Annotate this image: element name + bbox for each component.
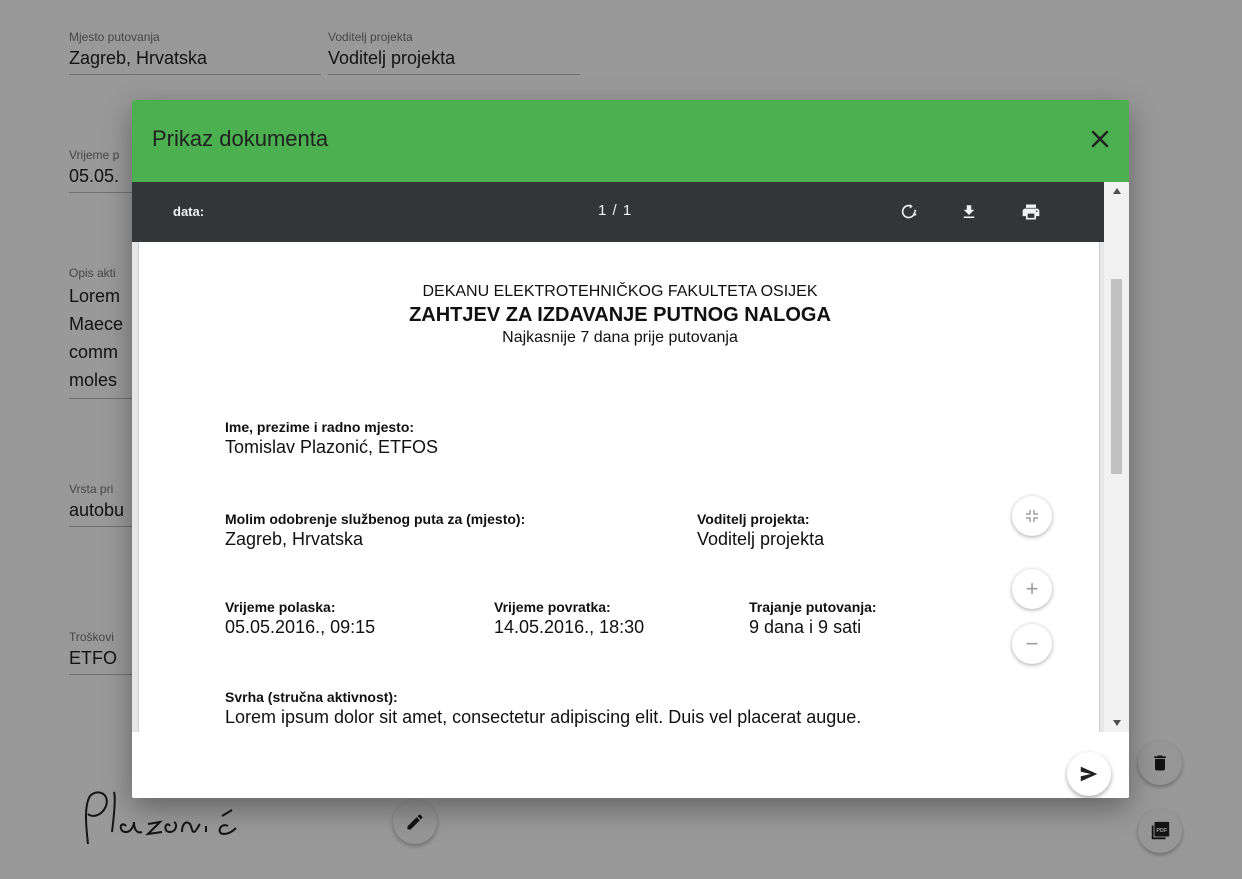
doc-purpose-label: Svrha (stručna aktivnost): [225, 689, 398, 705]
close-button[interactable] [1085, 124, 1115, 154]
zoom-in-button[interactable]: + [1012, 569, 1052, 609]
doc-destination-value: Zagreb, Hrvatska [225, 529, 364, 549]
pdf-viewer[interactable]: data: 1 / 1 DEKANU ELEKTROTEHNIČKOG FAKU… [132, 182, 1129, 732]
doc-name-label: Ime, prezime i radno mjesto: [225, 419, 415, 435]
doc-name-field: Ime, prezime i radno mjesto: Tomislav Pl… [225, 418, 438, 458]
pdf-file-name: data: [173, 204, 205, 219]
doc-return-value: 14.05.2016., 18:30 [494, 617, 645, 637]
print-icon [1022, 204, 1040, 220]
pdf-toolbar: data: 1 / 1 [132, 182, 1104, 242]
doc-departure-value: 05.05.2016., 09:15 [225, 617, 376, 637]
doc-lead-label: Voditelj projekta: [697, 511, 810, 527]
scroll-down-icon [1112, 720, 1121, 726]
dialog-header: Prikaz dokumenta [132, 100, 1129, 182]
scroll-up-icon [1112, 188, 1121, 194]
doc-lead-field: Voditelj projekta: Voditelj projekta [697, 510, 824, 550]
rotate-icon [901, 204, 917, 219]
document-header: DEKANU ELEKTROTEHNIČKOG FAKULTETA OSIJEK… [139, 282, 1101, 348]
print-button[interactable] [1017, 198, 1045, 226]
download-button[interactable] [955, 198, 983, 226]
send-button[interactable] [1067, 752, 1111, 796]
doc-return-label: Vrijeme povratka: [494, 599, 611, 615]
scroll-thumb[interactable] [1111, 279, 1122, 474]
scroll-down-arrow[interactable] [1104, 714, 1129, 732]
scroll-up-arrow[interactable] [1104, 182, 1129, 200]
dialog-title: Prikaz dokumenta [152, 126, 329, 151]
doc-departure-field: Vrijeme polaska: 05.05.2016., 09:15 [225, 598, 375, 638]
doc-destination-label: Molim odobrenje službenog puta za (mjest… [225, 511, 526, 527]
doc-duration-value: 9 dana i 9 sati [749, 617, 862, 637]
minus-icon: − [1025, 631, 1039, 656]
close-icon [1091, 130, 1109, 148]
doc-lead-value: Voditelj projekta [697, 529, 825, 549]
download-icon [963, 205, 975, 218]
doc-duration-field: Trajanje putovanja: 9 dana i 9 sati [749, 598, 877, 638]
doc-departure-label: Vrijeme polaska: [225, 599, 336, 615]
document-title: ZAHTJEV ZA IZDAVANJE PUTNOG NALOGA [409, 304, 831, 326]
document-recipient: DEKANU ELEKTROTEHNIČKOG FAKULTETA OSIJEK [422, 283, 818, 300]
doc-purpose-field: Svrha (stručna aktivnost): Lorem ipsum d… [225, 688, 1045, 728]
zoom-out-button[interactable]: − [1012, 624, 1052, 664]
pdf-page: DEKANU ELEKTROTEHNIČKOG FAKULTETA OSIJEK… [138, 242, 1100, 732]
doc-return-field: Vrijeme povratka: 14.05.2016., 18:30 [494, 598, 644, 638]
doc-duration-label: Trajanje putovanja: [749, 599, 877, 615]
doc-name-value: Tomislav Plazonić, ETFOS [225, 437, 439, 457]
rotate-button[interactable] [895, 198, 923, 226]
dialog-footer [132, 732, 1129, 798]
viewer-scrollbar[interactable] [1104, 182, 1129, 732]
fit-page-button[interactable] [1012, 496, 1052, 536]
document-subtitle: Najkasnije 7 dana prije putovanja [502, 329, 738, 346]
doc-purpose-value: Lorem ipsum dolor sit amet, consectetur … [225, 707, 862, 727]
fit-to-page-icon [1026, 510, 1038, 522]
plus-icon: + [1025, 576, 1039, 601]
pdf-page-indicator: 1 / 1 [598, 202, 633, 219]
document-preview-dialog: Prikaz dokumenta data: 1 / 1 DEKANU ELEK… [132, 100, 1129, 798]
doc-destination-field: Molim odobrenje službenog puta za (mjest… [225, 510, 525, 550]
send-icon [1080, 766, 1098, 782]
